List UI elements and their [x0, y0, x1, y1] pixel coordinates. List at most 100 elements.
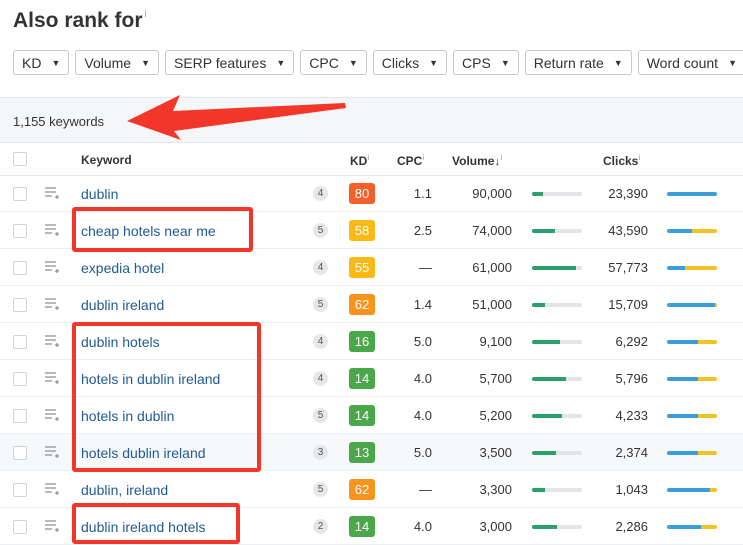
- add-to-list-icon[interactable]: [45, 409, 61, 421]
- volume-bar-fill: [532, 525, 557, 529]
- add-to-list-icon[interactable]: [45, 187, 61, 199]
- add-to-list-icon[interactable]: [45, 335, 61, 347]
- parent-topic-badge[interactable]: 4: [313, 371, 328, 386]
- volume-bar-fill: [532, 377, 566, 381]
- volume-value: 61,000: [472, 260, 512, 275]
- page-title-text: Also rank for: [13, 9, 143, 32]
- clicks-value: 23,390: [608, 186, 648, 201]
- col-volume[interactable]: Volume↓i: [452, 153, 502, 168]
- filter-word-count[interactable]: Word count ▼: [637, 50, 743, 75]
- clicks-value: 2,286: [615, 519, 648, 534]
- add-to-list-icon[interactable]: [45, 520, 61, 532]
- row-checkbox[interactable]: [13, 446, 27, 460]
- row-checkbox[interactable]: [13, 483, 27, 497]
- col-keyword[interactable]: Keyword: [81, 153, 132, 167]
- parent-topic-badge[interactable]: 2: [313, 519, 328, 534]
- clicks-bar: [667, 340, 717, 344]
- paid-clicks-segment: [692, 229, 717, 233]
- organic-clicks-segment: [667, 488, 710, 492]
- filter-label: Clicks: [381, 54, 420, 71]
- row-checkbox[interactable]: [13, 298, 27, 312]
- volume-bar-fill: [532, 414, 562, 418]
- volume-bar: [532, 377, 582, 381]
- filter-label: SERP features: [174, 54, 267, 71]
- col-cpc[interactable]: CPCi: [397, 153, 424, 168]
- row-checkbox[interactable]: [13, 520, 27, 534]
- organic-clicks-segment: [667, 192, 717, 196]
- chevron-down-icon: ▼: [429, 57, 439, 68]
- cpc-value: 1.4: [413, 297, 432, 312]
- row-checkbox[interactable]: [13, 372, 27, 386]
- volume-value: 51,000: [472, 297, 512, 312]
- table-row[interactable]: dublin ireland 5 62 1.4 51,000 15,709: [0, 286, 743, 323]
- cpc-value: —: [419, 260, 432, 275]
- volume-bar: [532, 229, 582, 233]
- kd-badge: 14: [349, 368, 375, 389]
- col-kd[interactable]: KDi: [350, 153, 369, 168]
- col-cpc-label: CPC: [397, 154, 423, 168]
- add-to-list-icon[interactable]: [45, 298, 61, 310]
- paid-clicks-segment: [684, 266, 717, 270]
- filter-serp-features[interactable]: SERP features ▼: [165, 50, 295, 75]
- filter-return-rate[interactable]: Return rate ▼: [524, 50, 632, 75]
- keyword-link[interactable]: dublin: [81, 186, 118, 202]
- parent-topic-badge[interactable]: 4: [313, 186, 328, 201]
- volume-bar-fill: [532, 229, 555, 233]
- keyword-link[interactable]: expedia hotel: [81, 260, 164, 276]
- keyword-link[interactable]: dublin ireland: [81, 297, 164, 313]
- row-checkbox[interactable]: [13, 187, 27, 201]
- clicks-value: 6,292: [615, 334, 648, 349]
- filter-cpc[interactable]: CPC ▼: [300, 50, 367, 75]
- highlight-box: [72, 503, 240, 544]
- select-all-checkbox[interactable]: [13, 152, 27, 166]
- row-checkbox[interactable]: [13, 409, 27, 423]
- parent-topic-badge[interactable]: 4: [313, 334, 328, 349]
- parent-topic-badge[interactable]: 5: [313, 297, 328, 312]
- add-to-list-icon[interactable]: [45, 446, 61, 458]
- organic-clicks-segment: [667, 266, 685, 270]
- keyword-count-bar: 1,155 keywords: [0, 97, 743, 143]
- col-kd-label: KD: [350, 154, 368, 168]
- parent-topic-badge[interactable]: 5: [313, 223, 328, 238]
- chevron-down-icon: ▼: [348, 57, 358, 68]
- cpc-value: 4.0: [413, 371, 432, 386]
- filter-cps[interactable]: CPS ▼: [453, 50, 519, 75]
- row-checkbox[interactable]: [13, 224, 27, 238]
- parent-topic-badge[interactable]: 5: [313, 408, 328, 423]
- parent-topic-badge[interactable]: 3: [313, 445, 328, 460]
- volume-value: 3,300: [479, 482, 512, 497]
- volume-value: 74,000: [472, 223, 512, 238]
- keyword-link[interactable]: dublin, ireland: [81, 482, 168, 498]
- organic-clicks-segment: [667, 377, 698, 381]
- chevron-down-icon: ▼: [728, 57, 737, 68]
- parent-topic-badge[interactable]: 4: [313, 260, 328, 275]
- chevron-down-icon: ▼: [613, 57, 623, 68]
- clicks-bar: [667, 192, 717, 196]
- parent-topic-badge[interactable]: 5: [313, 482, 328, 497]
- add-to-list-icon[interactable]: [45, 372, 61, 384]
- clicks-bar: [667, 488, 717, 492]
- volume-bar-fill: [532, 451, 556, 455]
- kd-badge: 14: [349, 405, 375, 426]
- chevron-down-icon: ▼: [141, 57, 150, 68]
- filter-volume[interactable]: Volume ▼: [75, 50, 159, 75]
- info-icon[interactable]: i: [145, 9, 147, 20]
- volume-bar: [532, 414, 582, 418]
- clicks-bar: [667, 303, 717, 307]
- volume-bar-fill: [532, 192, 543, 196]
- table-row[interactable]: expedia hotel 4 55 — 61,000 57,773: [0, 249, 743, 286]
- filter-clicks[interactable]: Clicks ▼: [372, 50, 448, 75]
- row-checkbox[interactable]: [13, 335, 27, 349]
- add-to-list-icon[interactable]: [45, 224, 61, 236]
- volume-bar: [532, 488, 582, 492]
- row-checkbox[interactable]: [13, 261, 27, 275]
- add-to-list-icon[interactable]: [45, 261, 61, 273]
- paid-clicks-segment: [698, 340, 717, 344]
- filter-label: Word count: [646, 54, 719, 71]
- col-volume-label: Volume: [452, 154, 495, 168]
- filter-kd[interactable]: KD ▼: [13, 50, 70, 75]
- add-to-list-icon[interactable]: [45, 483, 61, 495]
- organic-clicks-segment: [667, 229, 692, 233]
- volume-bar-fill: [532, 266, 576, 270]
- col-clicks[interactable]: Clicksi: [603, 153, 640, 168]
